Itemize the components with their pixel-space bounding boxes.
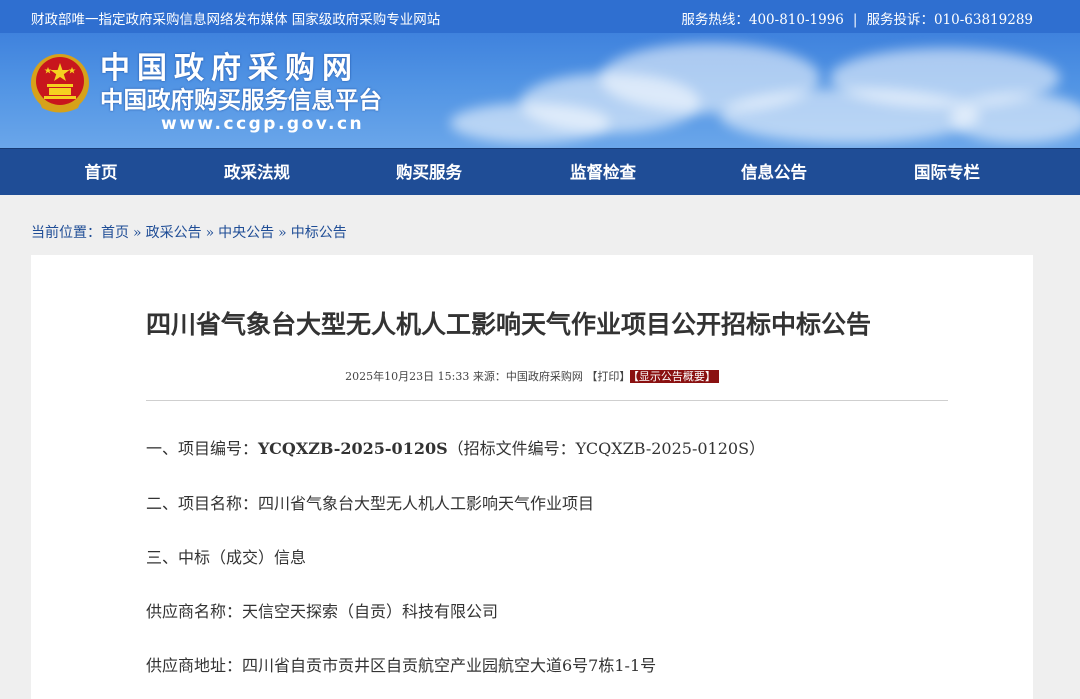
logo-url: www.ccgp.gov.cn: [161, 114, 365, 134]
top-bar: 财政部唯一指定政府采购信息网络发布媒体 国家级政府采购专业网站 服务热线：400…: [0, 0, 1080, 33]
site-slogan: 财政部唯一指定政府采购信息网络发布媒体 国家级政府采购专业网站: [31, 12, 441, 28]
nav-item-home[interactable]: 首页: [41, 149, 161, 196]
title-divider: [146, 400, 948, 401]
main-nav: 首页 政采法规 购买服务 监督检查 信息公告 国际专栏: [0, 148, 1080, 195]
service-hotline: 服务热线：400-810-1996: [681, 12, 844, 28]
show-summary-button[interactable]: 【显示公告概要】: [630, 370, 719, 383]
article-meta: 2025年10月23日 15:33 来源：中国政府采购网 【打印】 【显示公告概要…: [31, 368, 1033, 384]
contact-info: 服务热线：400-810-1996 | 服务投诉：010-63819289: [681, 8, 1033, 28]
logo-title: 中国政府采购网: [100, 51, 359, 86]
breadcrumb-central-notices[interactable]: 中央公告: [218, 225, 274, 241]
article-title: 四川省气象台大型无人机人工影响天气作业项目公开招标中标公告: [146, 310, 872, 339]
project-name: 二、项目名称：四川省气象台大型无人机人工影响天气作业项目: [146, 494, 595, 513]
breadcrumb-award-notices[interactable]: 中标公告: [291, 225, 347, 241]
complaint-hotline: 服务投诉：010-63819289: [866, 12, 1033, 28]
header-banner: 中国政府采购网 中国政府购买服务信息平台 www.ccgp.gov.cn: [0, 33, 1080, 148]
award-info-heading: 三、中标（成交）信息: [146, 548, 307, 567]
project-code: YCQXZB-2025-0120S: [258, 439, 448, 458]
contact-separator: |: [852, 12, 858, 28]
breadcrumb-home[interactable]: 首页: [101, 225, 129, 241]
national-emblem-icon: [31, 54, 89, 113]
nav-item-regulations[interactable]: 政采法规: [197, 149, 317, 196]
nav-item-purchase-services[interactable]: 购买服务: [369, 149, 489, 196]
article-panel: 四川省气象台大型无人机人工影响天气作业项目公开招标中标公告 2025年10月23…: [31, 255, 1033, 699]
project-number: 一、项目编号：YCQXZB-2025-0120S（招标文件编号：YCQXZB-2…: [146, 439, 766, 458]
nav-item-supervision[interactable]: 监督检查: [543, 149, 663, 196]
supplier-name: 供应商名称：天信空天探索（自贡）科技有限公司: [146, 602, 499, 621]
nav-item-international[interactable]: 国际专栏: [887, 149, 1007, 196]
article-source: 来源：中国政府采购网: [472, 370, 583, 383]
print-link[interactable]: 【打印】: [586, 370, 630, 383]
breadcrumb: 当前位置：首页» 政采公告» 中央公告» 中标公告: [31, 225, 347, 241]
logo-subtitle: 中国政府购买服务信息平台: [100, 86, 382, 114]
publish-datetime: 2025年10月23日 15:33: [345, 370, 470, 383]
supplier-address: 供应商地址：四川省自贡市贡井区自贡航空产业园航空大道6号7栋1-1号: [146, 656, 657, 675]
breadcrumb-prefix: 当前位置：: [31, 225, 101, 241]
nav-item-announcements[interactable]: 信息公告: [714, 149, 834, 196]
breadcrumb-procurement-notices[interactable]: 政采公告: [146, 225, 202, 241]
